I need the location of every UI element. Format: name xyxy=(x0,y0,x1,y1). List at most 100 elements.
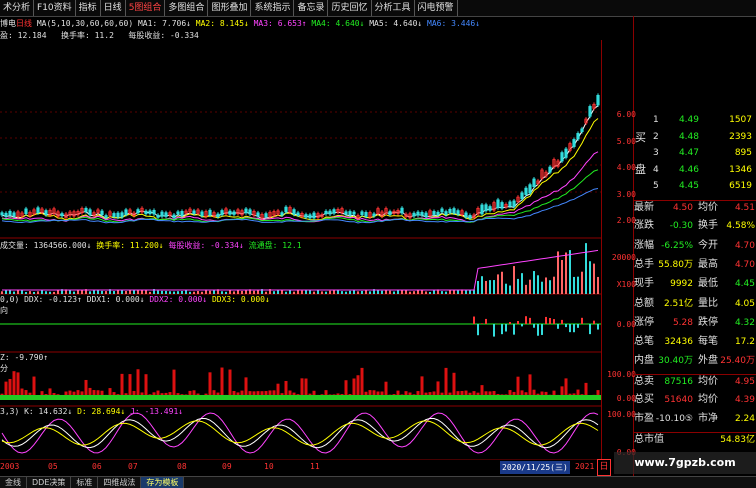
z-header: Z: -9.790↑ xyxy=(0,352,48,363)
z-axis-zero: 0.00 xyxy=(602,394,636,403)
order-price: 4.46 xyxy=(663,163,699,177)
quote-row: 总卖87516均价4.95 xyxy=(633,374,756,389)
quote-row: 内盘30.40万外盘25.40万 xyxy=(633,354,756,368)
candle-body xyxy=(37,208,39,213)
volume-bar xyxy=(353,290,355,294)
quote-value: -10.10⑤ xyxy=(655,412,693,426)
bottom-tab[interactable]: 金线 xyxy=(0,477,27,488)
toolbar-item[interactable]: 闪电预警 xyxy=(415,0,458,16)
z-bar xyxy=(341,394,344,395)
order-price: 4.45 xyxy=(663,179,699,193)
quote-label: 内盘 xyxy=(634,354,654,368)
ddx-bar xyxy=(549,318,551,324)
candle-body xyxy=(441,209,443,212)
bottom-tab[interactable]: 存为模板 xyxy=(141,477,184,488)
candle-body xyxy=(413,213,415,216)
z-bar xyxy=(449,393,452,395)
bottom-tab[interactable]: DDE决策 xyxy=(27,477,71,488)
quote-label: 最低 xyxy=(698,277,718,291)
z-bar xyxy=(409,393,412,395)
volume-bar xyxy=(369,291,371,294)
z-bar xyxy=(509,390,512,395)
z-bar xyxy=(529,374,532,395)
toolbar-item[interactable]: F10资料 xyxy=(34,0,76,16)
toolbar-item[interactable]: 历史回忆 xyxy=(328,0,371,16)
date-tick: 06 xyxy=(92,462,102,471)
z-bar xyxy=(429,392,432,395)
volume-bar xyxy=(549,280,551,294)
candle-body xyxy=(297,213,299,215)
quote-row: 总市值54.83亿 xyxy=(633,432,756,447)
candle-body xyxy=(353,212,355,214)
quote-label: 总市值 xyxy=(634,433,664,447)
z-bar xyxy=(465,391,468,395)
order-level: 3 xyxy=(653,146,659,160)
candle-body xyxy=(1,213,3,215)
z-bar xyxy=(101,391,104,395)
ddx-value: DDX: -0.123↑ xyxy=(24,295,82,304)
toolbar-item[interactable]: 系统指示 xyxy=(251,0,294,16)
quote-label: 总买 xyxy=(634,393,654,407)
z-bar xyxy=(9,379,12,395)
order-volume: 1346 xyxy=(703,163,752,177)
toolbar-item[interactable]: 图形叠加 xyxy=(208,0,251,16)
z-bar xyxy=(249,391,252,395)
volume-bar xyxy=(345,292,347,294)
ddx-bar xyxy=(545,317,547,324)
z-bar xyxy=(145,374,148,395)
candle-body xyxy=(373,214,375,216)
z-bar xyxy=(385,382,388,395)
z-bar xyxy=(421,376,424,395)
candle-body xyxy=(489,207,491,211)
z-bar xyxy=(157,391,160,395)
candle-body xyxy=(249,210,251,214)
volume-bar xyxy=(457,290,459,294)
z-bar xyxy=(269,390,272,395)
volume-bar xyxy=(365,290,367,294)
z-bar xyxy=(485,391,488,395)
bottom-tab[interactable]: 标准 xyxy=(71,477,98,488)
candle-body xyxy=(329,211,331,214)
bottom-tab[interactable]: 四维战法 xyxy=(98,477,141,488)
ma-params: MA(5,10,30,60,60,60) xyxy=(37,19,133,28)
z-bar xyxy=(477,393,480,395)
volume-bar xyxy=(529,280,531,294)
z-bar xyxy=(393,394,396,395)
quote-value: 51640 xyxy=(655,393,693,407)
z-bar xyxy=(245,377,248,395)
candle-body xyxy=(181,211,183,215)
quote-value: 4.39 xyxy=(719,393,755,407)
quote-label: 总额 xyxy=(634,297,654,311)
z-bar xyxy=(573,393,576,395)
toolbar-item[interactable]: 分析工具 xyxy=(372,0,415,16)
volume-bar xyxy=(501,272,503,294)
volume-bar xyxy=(325,292,327,294)
candle-body xyxy=(325,211,327,213)
order-level: 1 xyxy=(653,113,659,127)
toolbar-item[interactable]: 指标 xyxy=(76,0,101,16)
z-bar xyxy=(405,391,408,395)
quote-label: 均价 xyxy=(698,393,718,407)
candle-body xyxy=(577,133,579,139)
toolbar-item[interactable]: 术分析 xyxy=(0,0,34,16)
z-bar xyxy=(373,390,376,395)
z-bar xyxy=(177,393,180,395)
day-tab[interactable]: 日 xyxy=(597,459,611,476)
toolbar-item[interactable]: 多图组合 xyxy=(165,0,208,16)
order-price: 4.47 xyxy=(663,146,699,160)
volume-bar xyxy=(321,291,323,294)
toolbar-item[interactable]: 备忘录 xyxy=(294,0,328,16)
period-label[interactable]: 日线 xyxy=(16,19,32,28)
z-bar xyxy=(285,381,288,395)
z-bar xyxy=(453,373,456,395)
z-bar xyxy=(181,394,184,395)
toolbar-item[interactable]: 日线 xyxy=(101,0,126,16)
volume-bar xyxy=(485,281,487,294)
candle-body xyxy=(45,211,47,215)
toolbar-item[interactable]: 5图组合 xyxy=(126,0,166,16)
quote-value: 4.58% xyxy=(719,219,755,233)
ddx-bar xyxy=(505,324,507,332)
date-tick: 2003 xyxy=(0,462,19,471)
quote-label: 最新 xyxy=(634,201,654,215)
z-bar xyxy=(185,394,188,395)
